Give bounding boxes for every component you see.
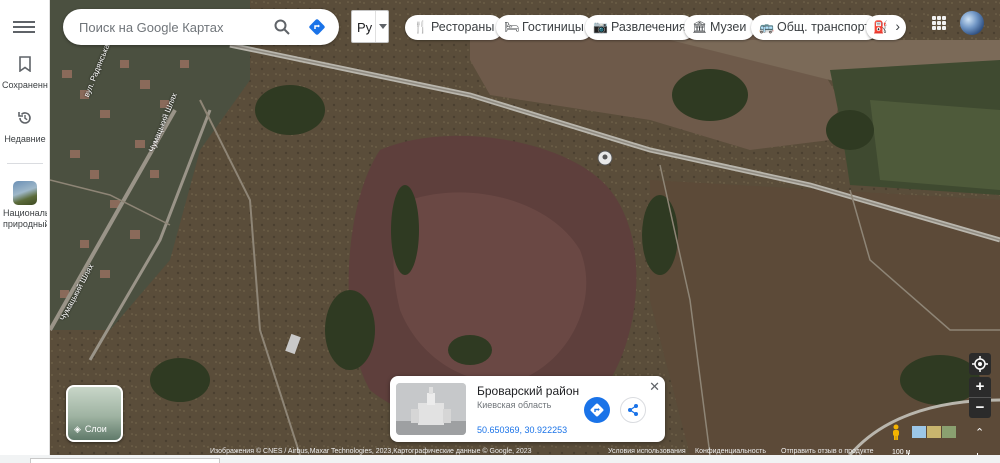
search-icon[interactable]: [273, 18, 291, 41]
nature-park-item[interactable]: Национальный природный парк: [0, 181, 50, 230]
pharmacy-icon: ⛽: [873, 20, 888, 34]
zoom-out-button[interactable]: −: [969, 398, 991, 418]
chevron-right-icon: ›: [895, 18, 900, 34]
menu-icon: [13, 21, 35, 23]
camera-icon: 📷: [593, 20, 608, 34]
expand-icon[interactable]: ⌃: [975, 426, 984, 439]
share-icon: [628, 404, 638, 416]
zoom-in-button[interactable]: +: [969, 377, 991, 397]
pegman-icon[interactable]: [889, 424, 903, 440]
chips-next-button[interactable]: ⛽ ›: [866, 15, 906, 40]
layers-button[interactable]: ◈ Слои: [66, 385, 123, 442]
fork-knife-icon: 🍴: [413, 20, 428, 34]
chip-entertainment[interactable]: 📷 Развлечения: [585, 15, 695, 40]
crosshair-icon: [972, 356, 988, 372]
menu-button[interactable]: [13, 18, 35, 36]
directions-icon[interactable]: [307, 17, 327, 37]
chip-hotels[interactable]: 🛏 Гостиницы: [496, 15, 593, 40]
bookmark-icon: [0, 56, 50, 77]
saved-button[interactable]: Сохраненные: [0, 56, 50, 91]
museum-icon: 🏛: [692, 20, 708, 34]
imagery-thumbnails[interactable]: [912, 426, 956, 438]
recent-label: Недавние: [4, 134, 46, 144]
layers-label: Слои: [84, 424, 107, 434]
my-location-button[interactable]: [969, 353, 991, 375]
bottom-strip: [0, 455, 1000, 463]
close-icon[interactable]: ✕: [649, 379, 660, 395]
place-subtitle: Киевская область: [477, 400, 552, 410]
directions-icon: [590, 403, 604, 417]
place-title: Броварский район: [477, 384, 580, 398]
zoom-controls: + −: [969, 377, 991, 418]
chip-museums[interactable]: 🏛 Музеи: [684, 15, 756, 40]
share-button[interactable]: [620, 397, 646, 423]
search-input[interactable]: [79, 18, 259, 36]
saved-label: Сохраненные: [2, 80, 48, 90]
nature-park-label: Национальный природный парк: [3, 208, 47, 229]
language-select[interactable]: Ру: [351, 10, 389, 43]
layers-icon: ◈: [74, 424, 81, 434]
chip-transit[interactable]: 🚌 Общ. транспорт: [751, 15, 880, 40]
bed-icon: 🛏: [504, 20, 520, 34]
chip-restaurants[interactable]: 🍴 Рестораны: [405, 15, 504, 40]
place-coordinates[interactable]: 50.650369, 30.922253: [477, 425, 567, 435]
rail-divider: [7, 163, 43, 164]
bus-icon: 🚌: [759, 20, 774, 34]
place-info-card: Броварский район Киевская область 50.650…: [390, 376, 665, 442]
apps-grid-icon[interactable]: [932, 16, 946, 30]
directions-button[interactable]: [584, 397, 610, 423]
search-box: [63, 9, 339, 45]
chevron-down-icon: [375, 11, 388, 42]
avatar[interactable]: [960, 11, 984, 35]
language-value: Ру: [357, 20, 373, 35]
history-icon: [0, 110, 50, 131]
park-thumbnail: [13, 181, 37, 205]
location-pin-icon[interactable]: [597, 150, 613, 166]
left-rail: Сохраненные Недавние Национальный природ…: [0, 0, 50, 463]
place-thumbnail[interactable]: [396, 383, 466, 435]
recent-button[interactable]: Недавние: [0, 110, 50, 145]
